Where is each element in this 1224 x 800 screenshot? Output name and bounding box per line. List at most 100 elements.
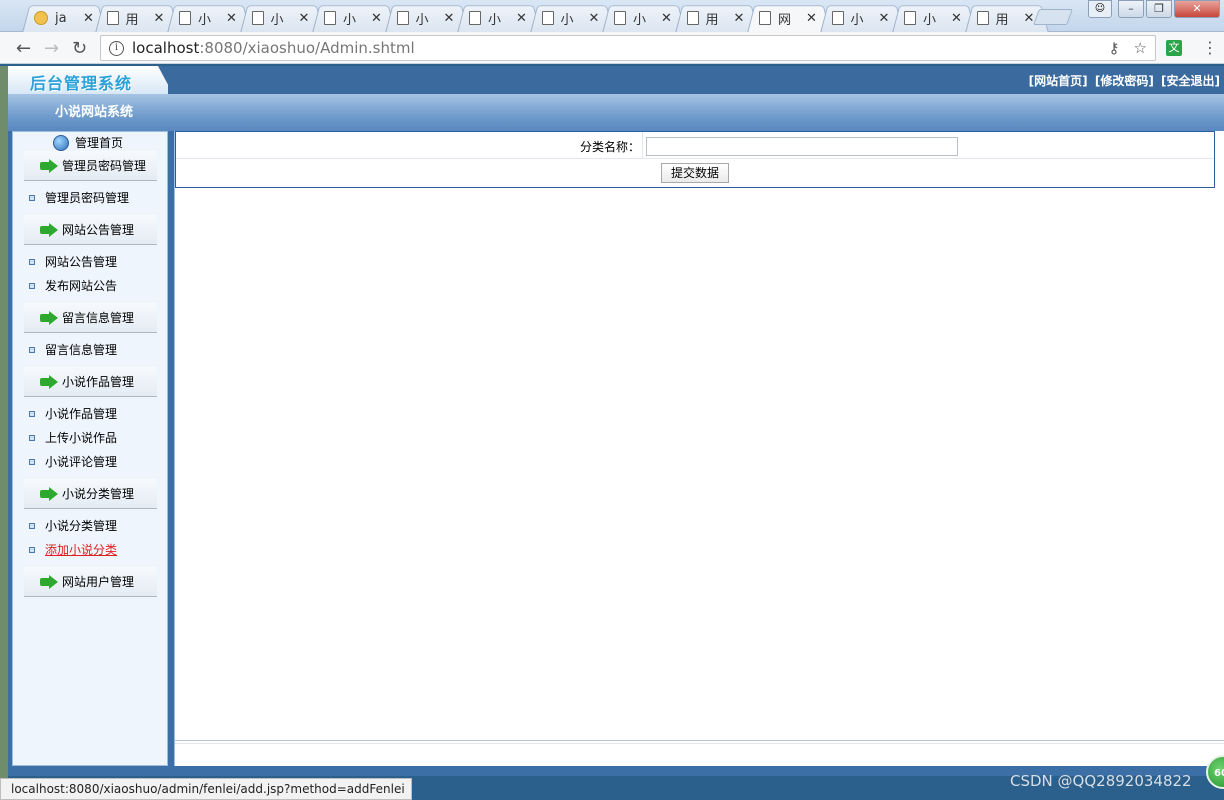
forward-icon[interactable]: → bbox=[44, 38, 59, 59]
sidebar-item[interactable]: 小说作品管理 bbox=[29, 405, 117, 422]
browser-menu-icon[interactable]: ⋮ bbox=[1202, 38, 1218, 57]
sidebar-item[interactable]: 上传小说作品 bbox=[29, 429, 117, 446]
browser-toolbar: ← → ↻ i localhost:8080/xiaoshuo/Admin.sh… bbox=[0, 32, 1224, 64]
sidebar-group-title: 管理员密码管理 bbox=[62, 159, 147, 173]
window-controls: – ❐ ✕ bbox=[1118, 0, 1220, 18]
tab-close-icon[interactable]: ✕ bbox=[226, 11, 237, 26]
sidebar-item-label: 小说作品管理 bbox=[45, 407, 118, 421]
green-arrow-icon bbox=[40, 575, 58, 589]
system-title-bar: 小说网站系统 bbox=[8, 94, 1224, 131]
bullet-icon bbox=[29, 194, 35, 201]
sidebar-item-label: 添加小说分类 bbox=[45, 543, 118, 557]
tab-close-icon[interactable]: ✕ bbox=[299, 11, 310, 26]
form-divider bbox=[642, 132, 643, 159]
tab-close-icon[interactable]: ✕ bbox=[371, 11, 382, 26]
profile-icon[interactable]: ☺ bbox=[1088, 0, 1112, 18]
sidebar-group-header[interactable]: 小说分类管理 bbox=[24, 479, 157, 509]
tab-close-icon[interactable]: ✕ bbox=[951, 11, 962, 26]
category-name-input[interactable] bbox=[646, 137, 958, 156]
page-icon bbox=[614, 11, 626, 25]
sidebar-item[interactable]: 小说评论管理 bbox=[29, 453, 117, 470]
category-name-label: 分类名称： bbox=[580, 140, 641, 154]
sidebar-item[interactable]: 添加小说分类 bbox=[29, 541, 117, 558]
page-icon bbox=[904, 11, 916, 25]
page-icon bbox=[686, 11, 699, 25]
tab-title: 网 bbox=[778, 12, 792, 28]
site-home-link[interactable]: [网站首页] bbox=[1029, 74, 1088, 88]
sidebar-group-title: 小说作品管理 bbox=[62, 375, 135, 389]
restore-icon[interactable]: ❐ bbox=[1146, 0, 1172, 18]
reload-icon[interactable]: ↻ bbox=[72, 38, 87, 59]
key-icon[interactable]: ⚷ bbox=[1109, 39, 1120, 57]
tab-title: 用 bbox=[995, 12, 1009, 28]
bullet-icon bbox=[29, 410, 35, 417]
tab-title: 小 bbox=[415, 12, 429, 28]
close-window-icon[interactable]: ✕ bbox=[1174, 0, 1220, 18]
main-content: 分类名称： 提交数据 bbox=[174, 131, 1224, 766]
tab-close-icon[interactable]: ✕ bbox=[879, 11, 890, 26]
tab-close-icon[interactable]: ✕ bbox=[1024, 11, 1035, 26]
sidebar-group-header[interactable]: 网站用户管理 bbox=[24, 567, 157, 597]
translate-extension-icon[interactable]: 文 bbox=[1166, 40, 1182, 56]
new-tab-button[interactable] bbox=[1033, 9, 1073, 25]
page-icon bbox=[251, 11, 264, 25]
sidebar-item-label: 管理员密码管理 bbox=[45, 191, 130, 205]
sidebar-item-label: 留言信息管理 bbox=[45, 343, 118, 357]
page-icon bbox=[976, 11, 989, 25]
page-icon bbox=[831, 11, 844, 25]
sidebar-group-title: 留言信息管理 bbox=[62, 311, 135, 325]
page-icon bbox=[469, 11, 481, 25]
tab-close-icon[interactable]: ✕ bbox=[806, 11, 817, 26]
admin-topbar: 后台管理系统 [网站首页] [修改密码] [安全退出] bbox=[8, 66, 1224, 94]
green-arrow-icon bbox=[40, 159, 58, 173]
sidebar-group-header[interactable]: 留言信息管理 bbox=[24, 303, 157, 333]
page-icon bbox=[759, 11, 771, 25]
admin-page: 后台管理系统 [网站首页] [修改密码] [安全退出] 小说网站系统 管理首页 … bbox=[8, 66, 1224, 776]
sidebar-item[interactable]: 小说分类管理 bbox=[29, 517, 117, 534]
bookmark-star-icon[interactable]: ☆ bbox=[1134, 39, 1147, 57]
sidebar-item[interactable]: 留言信息管理 bbox=[29, 341, 117, 358]
sidebar-item-label: 网站公告管理 bbox=[45, 255, 118, 269]
bullet-icon bbox=[29, 522, 35, 529]
sidebar-item[interactable]: 发布网站公告 bbox=[29, 277, 117, 294]
tab-close-icon[interactable]: ✕ bbox=[154, 11, 165, 26]
back-icon[interactable]: ← bbox=[16, 38, 31, 59]
admin-home-label: 管理首页 bbox=[75, 136, 124, 150]
tab-close-icon[interactable]: ✕ bbox=[661, 11, 672, 26]
logout-link[interactable]: [安全退出] bbox=[1161, 74, 1220, 88]
tab-title: 用 bbox=[705, 12, 719, 28]
page-icon bbox=[324, 11, 336, 25]
tab-title: 小 bbox=[923, 12, 937, 28]
sidebar-group-header[interactable]: 管理员密码管理 bbox=[24, 151, 157, 181]
browser-tab-bar: ja ✕ 用 ✕ 小 ✕ 小 ✕ 小 ✕ 小 ✕ 小 ✕ 小 ✕ 小 ✕ 用 ✕ 网 ✕ 小 ✕ 小 ✕ 用 ✕ ☺ – ❐ ✕ bbox=[0, 0, 1224, 32]
submit-button[interactable]: 提交数据 bbox=[661, 163, 729, 183]
sidebar-group-header[interactable]: 小说作品管理 bbox=[24, 367, 157, 397]
green-arrow-icon bbox=[40, 223, 58, 237]
tab-title: 小 bbox=[488, 12, 502, 28]
desktop-edge bbox=[0, 66, 8, 778]
logo-text: 后台管理系统 bbox=[30, 74, 133, 93]
tab-close-icon[interactable]: ✕ bbox=[83, 11, 94, 26]
sidebar-item[interactable]: 管理员密码管理 bbox=[29, 189, 129, 206]
sidebar-item-label: 小说评论管理 bbox=[45, 455, 118, 469]
tab-close-icon[interactable]: ✕ bbox=[589, 11, 600, 26]
tab-close-icon[interactable]: ✕ bbox=[444, 11, 455, 26]
site-info-icon[interactable]: i bbox=[109, 40, 124, 56]
admin-home-link[interactable]: 管理首页 bbox=[53, 134, 123, 151]
tab-title: 小 bbox=[633, 12, 647, 28]
change-password-link[interactable]: [修改密码] bbox=[1095, 74, 1154, 88]
status-bar-url: localhost:8080/xiaoshuo/admin/fenlei/add… bbox=[0, 778, 412, 800]
sidebar-group-header[interactable]: 网站公告管理 bbox=[24, 215, 157, 245]
sidebar-item[interactable]: 网站公告管理 bbox=[29, 253, 117, 270]
address-bar[interactable]: i localhost:8080/xiaoshuo/Admin.shtml ⚷ … bbox=[100, 35, 1156, 61]
tab-close-icon[interactable]: ✕ bbox=[734, 11, 745, 26]
tab-close-icon[interactable]: ✕ bbox=[516, 11, 527, 26]
add-category-form: 分类名称： 提交数据 bbox=[175, 131, 1215, 188]
sidebar-group-title: 网站用户管理 bbox=[62, 575, 135, 589]
minimize-icon[interactable]: – bbox=[1118, 0, 1144, 18]
bullet-icon bbox=[29, 282, 35, 289]
system-title: 小说网站系统 bbox=[55, 105, 134, 120]
page-icon bbox=[396, 11, 409, 25]
bullet-icon bbox=[29, 258, 35, 265]
tab-title: 用 bbox=[125, 12, 139, 28]
